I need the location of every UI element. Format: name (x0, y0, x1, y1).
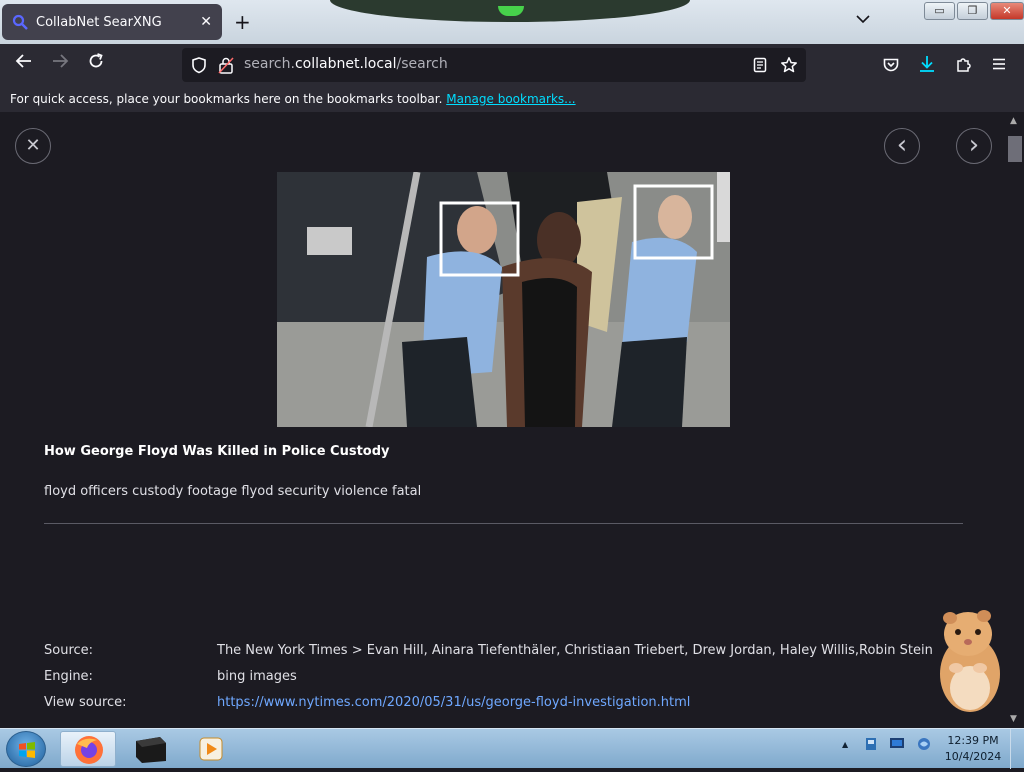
taskbar-firefox[interactable] (60, 731, 116, 767)
bookmark-star-icon[interactable] (780, 56, 798, 74)
system-tray: ▲ (842, 737, 931, 751)
reload-icon[interactable] (82, 52, 110, 78)
tab-close-icon[interactable]: ✕ (200, 14, 212, 30)
start-button[interactable] (6, 731, 46, 767)
terminal-icon (136, 737, 166, 763)
source-label: Source: (44, 643, 94, 658)
window-close-button[interactable]: ✕ (990, 2, 1024, 20)
engine-label: Engine: (44, 669, 93, 684)
scrollbar-thumb[interactable] (1008, 136, 1022, 162)
title-bar: CollabNet SearXNG ✕ + ▭ ❐ ✕ (0, 0, 1024, 44)
show-desktop-button[interactable] (1010, 729, 1024, 769)
taskbar-terminal[interactable] (122, 731, 178, 767)
system-clock[interactable]: 12:39 PM 10/4/2024 (940, 733, 1006, 765)
shield-icon[interactable] (190, 56, 208, 74)
display-icon[interactable] (889, 737, 905, 751)
source-value: The New York Times > Evan Hill, Ainara T… (217, 643, 933, 658)
hamster-mascot-icon (940, 610, 1000, 712)
list-all-tabs-icon[interactable] (856, 12, 870, 28)
navigation-toolbar: search.collabnet.local/search (0, 44, 1024, 86)
notification-icon[interactable] (864, 737, 878, 751)
insecure-lock-icon[interactable] (218, 56, 234, 74)
taskbar-media-player[interactable] (184, 731, 240, 767)
searxng-favicon-icon (12, 14, 28, 30)
result-description: floyd officers custody footage flyod sec… (44, 484, 422, 499)
firefox-icon (75, 736, 103, 764)
page-scrollbar[interactable]: ▲ ▼ (1006, 112, 1024, 728)
windows-logo-icon (19, 742, 35, 758)
network-icon[interactable] (917, 737, 931, 751)
scroll-down-arrow-icon[interactable]: ▼ (1010, 714, 1017, 724)
media-player-icon (199, 737, 223, 761)
theme-dot (498, 6, 524, 16)
clock-time: 12:39 PM (947, 734, 999, 747)
page-content: ✕ ‹ › ▲ ▼ How George Floyd Was Killed in… (0, 112, 1024, 728)
show-hidden-icons-icon[interactable]: ▲ (842, 740, 848, 749)
back-arrow-icon[interactable] (10, 52, 38, 78)
divider (44, 523, 963, 524)
tab-collabnet-searxng[interactable]: CollabNet SearXNG ✕ (2, 4, 222, 40)
url-bar[interactable]: search.collabnet.local/search (182, 48, 806, 82)
restore-button[interactable]: ❐ (957, 2, 988, 20)
url-text[interactable]: search.collabnet.local/search (244, 56, 448, 72)
extensions-icon[interactable] (955, 55, 973, 73)
reader-view-icon[interactable] (752, 57, 768, 73)
bookmarks-toolbar: For quick access, place your bookmarks h… (0, 86, 1024, 112)
taskbar: ▲ 12:39 PM 10/4/2024 (0, 728, 1024, 769)
previous-image-button[interactable]: ‹ (884, 128, 920, 164)
result-image[interactable] (277, 172, 730, 427)
scroll-up-arrow-icon[interactable]: ▲ (1010, 116, 1017, 126)
pocket-icon[interactable] (882, 56, 900, 74)
minimize-button[interactable]: ▭ (924, 2, 955, 20)
next-image-button[interactable]: › (956, 128, 992, 164)
downloads-icon[interactable] (918, 54, 936, 74)
bookmarks-hint: For quick access, place your bookmarks h… (10, 92, 443, 106)
manage-bookmarks-link[interactable]: Manage bookmarks... (446, 92, 575, 106)
close-viewer-button[interactable]: ✕ (15, 128, 51, 164)
tab-title: CollabNet SearXNG (36, 14, 162, 30)
clock-date: 10/4/2024 (944, 750, 1002, 763)
result-title[interactable]: How George Floyd Was Killed in Police Cu… (44, 444, 390, 459)
view-source-link[interactable]: https://www.nytimes.com/2020/05/31/us/ge… (217, 695, 690, 710)
theme-decoration (330, 0, 690, 22)
view-source-label: View source: (44, 695, 127, 710)
menu-hamburger-icon[interactable] (991, 56, 1007, 72)
forward-arrow-icon[interactable] (46, 52, 74, 78)
engine-value: bing images (217, 669, 297, 684)
window-controls: ▭ ❐ ✕ (924, 2, 1024, 20)
new-tab-button[interactable]: + (234, 10, 251, 34)
